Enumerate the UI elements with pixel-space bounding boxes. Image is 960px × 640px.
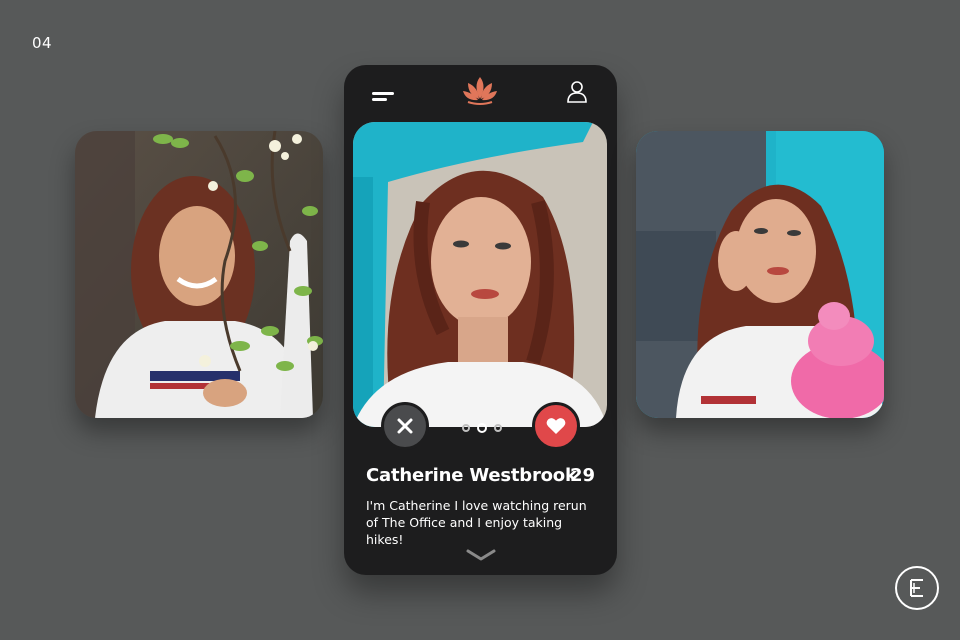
profile-card-right[interactable] [636,131,884,418]
lotus-icon [463,77,497,105]
like-button[interactable] [532,402,580,450]
phone-screen: Catherine Westbrook 29 I'm Catherine I l… [344,65,617,575]
brand-logo [895,566,939,610]
pager-dot-active[interactable] [477,423,487,433]
pager-dot[interactable] [494,424,502,432]
user-icon[interactable] [566,80,588,104]
dislike-button[interactable] [381,402,429,450]
profile-photo-left [75,131,323,418]
slide-number: 04 [32,34,53,52]
heart-icon [546,418,566,434]
chevron-down-icon[interactable] [465,548,497,562]
profile-age: 29 [569,465,595,486]
close-icon [397,418,413,434]
profile-card-left[interactable] [75,131,323,418]
pager-dot[interactable] [462,424,470,432]
main-profile-photo[interactable] [353,122,607,427]
profile-photo-main [353,122,607,427]
profile-photo-right [636,131,884,418]
profile-name: Catherine Westbrook [366,465,577,486]
brand-logo-e-icon [910,579,923,597]
menu-icon[interactable] [372,90,396,106]
profile-bio: I'm Catherine I love watching rerun of T… [366,498,587,547]
photo-pager[interactable] [460,423,504,433]
